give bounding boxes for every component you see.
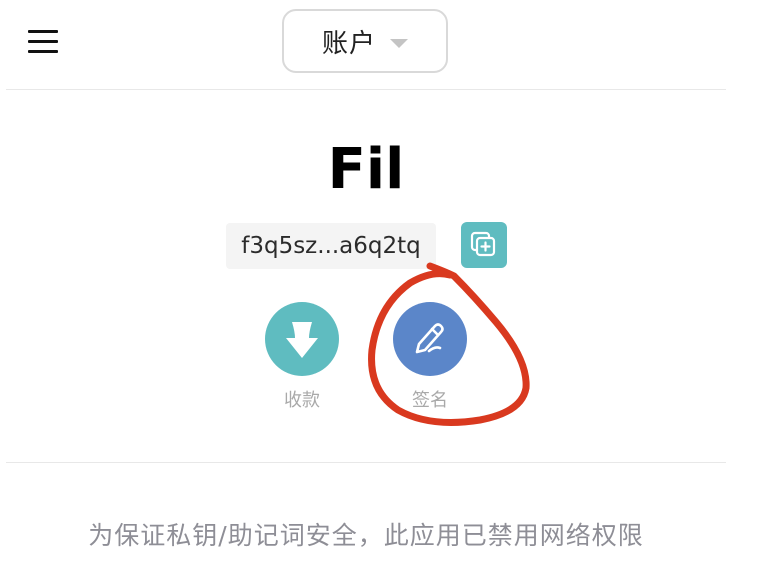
account-dropdown-label: 账户 [321, 28, 376, 59]
copy-address-button[interactable] [461, 222, 507, 268]
arrow-down-icon [286, 322, 318, 358]
account-dropdown[interactable]: 账户 [282, 9, 448, 73]
pen-icon [415, 323, 444, 354]
coin-title: Fil [327, 137, 405, 202]
hamburger-menu-icon [28, 30, 58, 33]
sign-label: 签名 [412, 390, 448, 411]
menu-button[interactable] [28, 28, 60, 56]
security-notice: 为保证私钥/助记词安全，此应用已禁用网络权限 [88, 521, 644, 550]
section-divider [6, 462, 726, 463]
sign-circle [393, 302, 467, 376]
copy-icon [470, 231, 496, 257]
header-divider [6, 89, 726, 90]
wallet-address[interactable]: f3q5sz...a6q2tq [226, 223, 436, 269]
annotation-circle [368, 262, 530, 426]
chevron-down-icon [390, 38, 408, 48]
receive-circle [265, 302, 339, 376]
receive-button[interactable]: 收款 [264, 302, 340, 412]
receive-label: 收款 [284, 390, 320, 411]
sign-button[interactable]: 签名 [392, 302, 468, 412]
